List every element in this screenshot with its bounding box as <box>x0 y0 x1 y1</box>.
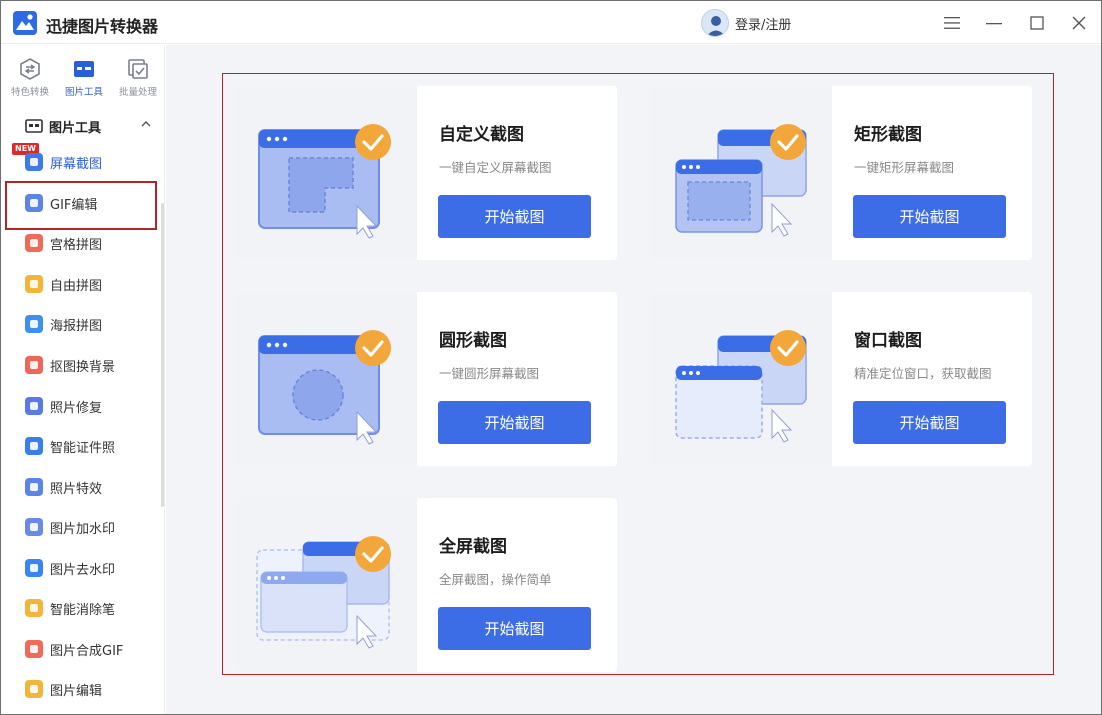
title-bar: 迅捷图片转换器 登录/注册 <box>1 1 1101 44</box>
sidebar-item-grid-collage[interactable]: 宫格拼图 <box>7 226 157 260</box>
card-title: 自定义截图 <box>439 125 524 145</box>
sidebar-item-id-photo[interactable]: 智能证件照 <box>7 429 157 463</box>
login-register-button[interactable]: 登录/注册 <box>701 9 791 37</box>
screen-capture-icon <box>25 153 43 171</box>
sidebar-item-label: 自由拼图 <box>50 278 103 294</box>
sidebar-item-images-to-gif[interactable]: 图片合成GIF <box>7 632 157 666</box>
card-title: 矩形截图 <box>854 125 922 145</box>
tab-image-tools-label: 图片工具 <box>64 87 103 98</box>
id-photo-icon <box>25 437 43 455</box>
sidebar-item-poster-collage[interactable]: 海报拼图 <box>7 307 157 341</box>
sidebar-item-add-watermark[interactable]: 图片加水印 <box>7 510 157 544</box>
cutout-icon <box>25 356 43 374</box>
rectangle-capture-illustration <box>650 86 832 260</box>
card-custom-capture: 自定义截图 一键自定义屏幕截图 开始截图 <box>235 86 617 260</box>
sidebar-item-label: 宫格拼图 <box>50 237 103 253</box>
sidebar-item-image-edit[interactable]: 图片编辑 <box>7 672 157 706</box>
card-title: 全屏截图 <box>439 537 507 557</box>
circle-capture-illustration <box>235 292 417 466</box>
sidebar-item-cutout-background[interactable]: 抠图换背景 <box>7 348 157 382</box>
main-area: 自定义截图 一键自定义屏幕截图 开始截图 矩形截图 一键矩形屏幕截图 开始截图 … <box>166 45 1101 714</box>
sidebar-item-label: 图片去水印 <box>50 562 116 578</box>
photo-effects-icon <box>25 478 43 496</box>
card-circle-capture: 圆形截图 一键圆形屏幕截图 开始截图 <box>235 292 617 466</box>
sidebar-item-photo-effects[interactable]: 照片特效 <box>7 470 157 504</box>
sidebar-item-label: 智能证件照 <box>50 440 116 456</box>
sidebar-item-label: 照片特效 <box>50 481 103 497</box>
batch-icon <box>128 59 148 79</box>
sidebar-item-label: 屏幕截图 <box>50 156 103 172</box>
start-capture-button[interactable]: 开始截图 <box>438 607 591 650</box>
start-capture-button[interactable]: 开始截图 <box>853 401 1006 444</box>
card-description: 一键自定义屏幕截图 <box>439 160 552 175</box>
section-image-tools[interactable]: 图片工具 <box>25 115 155 137</box>
image-tools-icon <box>74 61 94 77</box>
eraser-icon <box>25 599 43 617</box>
tab-special-convert[interactable]: 特色转换 <box>3 53 57 105</box>
sidebar-item-screen-capture[interactable]: NEW 屏幕截图 <box>7 143 157 179</box>
card-fullscreen-capture: 全屏截图 全屏截图，操作简单 开始截图 <box>235 498 617 672</box>
card-window-capture: 窗口截图 精准定位窗口，获取截图 开始截图 <box>650 292 1032 466</box>
window-capture-illustration <box>650 292 832 466</box>
start-capture-button[interactable]: 开始截图 <box>853 195 1006 238</box>
capture-panel: 自定义截图 一键自定义屏幕截图 开始截图 矩形截图 一键矩形屏幕截图 开始截图 … <box>222 73 1054 675</box>
card-description: 一键矩形屏幕截图 <box>854 160 955 175</box>
sidebar-item-free-collage[interactable]: 自由拼图 <box>7 267 157 301</box>
login-register-label: 登录/注册 <box>735 17 792 33</box>
app-logo-icon <box>13 11 37 35</box>
hamburger-icon <box>944 17 960 29</box>
card-description: 一键圆形屏幕截图 <box>439 366 540 381</box>
sidebar-item-label: 图片合成GIF <box>50 643 124 659</box>
toolbox-icon <box>25 119 43 133</box>
sidebar: 特色转换 图片工具 批量处理 图片工具 NEW 屏幕截图 GIF编辑 宫格拼图 … <box>1 45 165 714</box>
sidebar-item-label: 图片编辑 <box>50 683 103 699</box>
fullscreen-capture-illustration <box>235 498 417 672</box>
poster-icon <box>25 315 43 333</box>
tab-image-tools[interactable]: 图片工具 <box>57 53 111 105</box>
tab-special-convert-label: 特色转换 <box>10 87 49 98</box>
photo-repair-icon <box>25 397 43 415</box>
add-watermark-icon <box>25 518 43 536</box>
maximize-button[interactable] <box>1023 9 1051 37</box>
selection-highlight <box>5 181 157 230</box>
tab-batch-process-label: 批量处理 <box>118 87 157 98</box>
images-to-gif-icon <box>25 640 43 658</box>
app-window: 迅捷图片转换器 登录/注册 特色转换 图片工具 批量处理 图片工具 NEW 屏幕… <box>0 0 1102 715</box>
tab-batch-process[interactable]: 批量处理 <box>111 53 165 105</box>
card-title: 圆形截图 <box>439 331 507 351</box>
maximize-icon <box>1030 16 1044 30</box>
sidebar-item-label: 照片修复 <box>50 400 103 416</box>
app-title: 迅捷图片转换器 <box>46 17 159 36</box>
chevron-up-icon <box>141 121 151 127</box>
card-description: 全屏截图，操作简单 <box>439 572 552 587</box>
card-description: 精准定位窗口，获取截图 <box>854 366 992 381</box>
sidebar-item-photo-repair[interactable]: 照片修复 <box>7 389 157 423</box>
sidebar-item-label: 海报拼图 <box>50 318 103 334</box>
avatar <box>701 9 729 37</box>
sidebar-item-label: 图片加水印 <box>50 521 116 537</box>
sidebar-item-label: 抠图换背景 <box>50 359 116 375</box>
top-nav: 特色转换 图片工具 批量处理 <box>1 53 165 105</box>
start-capture-button[interactable]: 开始截图 <box>438 401 591 444</box>
minimize-icon <box>986 23 1002 25</box>
close-button[interactable] <box>1065 9 1093 37</box>
remove-watermark-icon <box>25 559 43 577</box>
close-icon <box>1072 16 1086 30</box>
card-title: 窗口截图 <box>854 331 922 351</box>
menu-button[interactable] <box>938 9 966 37</box>
grid-collage-icon <box>25 234 43 252</box>
convert-icon <box>20 58 40 80</box>
sidebar-item-smart-eraser[interactable]: 智能消除笔 <box>7 591 157 625</box>
sidebar-item-remove-watermark[interactable]: 图片去水印 <box>7 551 157 585</box>
section-label: 图片工具 <box>49 120 102 136</box>
card-rectangle-capture: 矩形截图 一键矩形屏幕截图 开始截图 <box>650 86 1032 260</box>
custom-capture-illustration <box>235 86 417 260</box>
sidebar-item-label: 智能消除笔 <box>50 602 116 618</box>
minimize-button[interactable] <box>980 9 1008 37</box>
image-edit-icon <box>25 680 43 698</box>
sidebar-scrollbar[interactable] <box>161 203 164 507</box>
start-capture-button[interactable]: 开始截图 <box>438 195 591 238</box>
free-collage-icon <box>25 275 43 293</box>
